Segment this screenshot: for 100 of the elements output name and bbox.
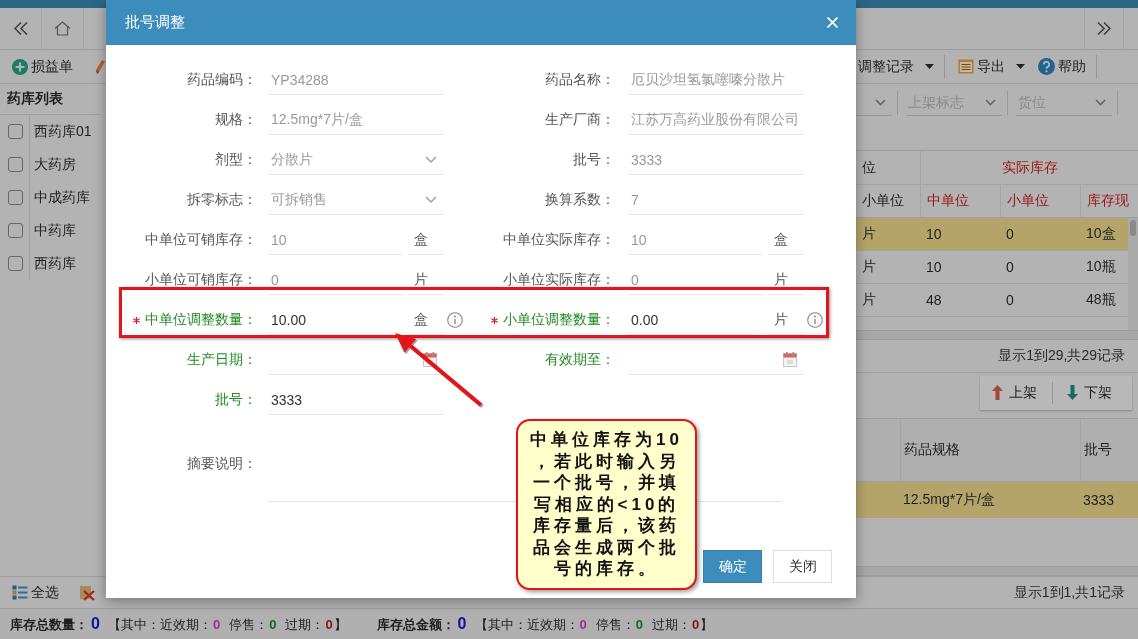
column-header[interactable]: 库存现: [1080, 185, 1138, 217]
chevron-down-icon: [425, 156, 437, 163]
field-label: 批号：: [573, 151, 615, 169]
checkbox[interactable]: [8, 124, 23, 139]
table-cell-text: 10瓶: [1085, 257, 1117, 276]
field-label: 有效期至：: [545, 351, 615, 369]
horizontal-scrollbar[interactable]: [856, 566, 1138, 576]
field-label: 剂型：: [215, 151, 257, 169]
pencil-icon: [95, 58, 105, 75]
field-label: 换算系数：: [545, 191, 615, 209]
chevron-down-icon: [425, 196, 437, 203]
records-menu-button[interactable]: 调整记录: [858, 54, 934, 79]
input-field[interactable]: 10.00: [268, 305, 393, 335]
checkbox[interactable]: [8, 223, 23, 238]
calendar-icon: [783, 352, 797, 367]
summary-label: 停售：: [595, 615, 635, 634]
summary-value: 0: [91, 614, 100, 633]
summary-value: 0: [579, 616, 587, 632]
table-cell-text: 0: [1005, 225, 1015, 244]
table-cell-text: 片: [861, 224, 877, 243]
arrow-up-icon: [992, 385, 1003, 400]
double-chevron-right-icon: [1097, 22, 1111, 35]
column-header[interactable]: 药品规格: [900, 419, 1080, 481]
arrow-down-icon: [1067, 385, 1078, 400]
summary-text: 【其中：: [474, 615, 527, 634]
help-icon: [1038, 58, 1055, 75]
input-field[interactable]: 3333: [268, 385, 444, 415]
panel-title: 药库列表: [7, 90, 63, 108]
document-icon: [958, 59, 974, 74]
checkbox[interactable]: [8, 256, 23, 271]
list-item[interactable]: 大药房: [34, 155, 76, 174]
table-cell-text: 48瓶: [1085, 290, 1117, 309]
caret-icon: [1016, 64, 1025, 69]
column-header[interactable]: 中单位: [920, 185, 1000, 217]
callout-tooltip: 中单位库存为10，若此时输入另一个批号，并填写相应的<10的库存量后，该药品会生成两个批号的库存。: [516, 419, 697, 590]
summary-value: 0: [269, 616, 277, 632]
list-item[interactable]: 西药库: [34, 254, 76, 273]
column-group-header: 位: [861, 157, 877, 177]
checkbox[interactable]: [8, 157, 23, 172]
field-label: 摘要说明：: [187, 455, 257, 473]
confirm-button[interactable]: 确定: [703, 550, 762, 583]
field-label: 中单位可销库存：: [145, 231, 257, 249]
table-cell-text: 0: [1005, 258, 1015, 277]
unit-label: 盒: [408, 225, 444, 255]
summary-value: 0: [692, 616, 700, 632]
shelf-down-button[interactable]: 下架: [1067, 380, 1112, 405]
info-icon[interactable]: [447, 312, 463, 328]
table-cell-text: 12.5mg*7片/盒: [902, 490, 996, 509]
close-icon: [826, 17, 838, 28]
field-label: 中单位调整数量：: [145, 311, 257, 329]
vertical-scrollbar[interactable]: [1128, 218, 1138, 330]
unit-label: 片: [768, 305, 804, 335]
field-label: 药品名称：: [545, 71, 615, 89]
unit-label: 片: [408, 265, 444, 295]
info-icon[interactable]: [807, 312, 823, 328]
caret-icon: [925, 64, 934, 69]
chevron-down-icon: [985, 99, 996, 106]
checkbox[interactable]: [8, 190, 23, 205]
summary-text: 【其中：: [107, 615, 160, 634]
field-label: 生产厂商：: [545, 111, 615, 129]
table-cell-text: 48: [925, 291, 943, 310]
summary-label: 过期：: [652, 615, 691, 634]
field-label: 小单位实际库存：: [503, 271, 615, 289]
field-label: 规格：: [215, 111, 257, 129]
field-label: 生产日期：: [187, 351, 257, 369]
column-header[interactable]: 批号: [1080, 419, 1138, 481]
summary-label: 近效期：: [526, 615, 579, 634]
pagination-info: 显示1到1,共1记录: [1013, 583, 1126, 602]
list-item[interactable]: 中药库: [34, 221, 76, 240]
column-header[interactable]: 小单位: [1000, 185, 1080, 217]
field-label: 拆零标志：: [187, 191, 257, 209]
scrollbar-thumb[interactable]: [1130, 220, 1136, 236]
summary-label: 近效期：: [159, 615, 212, 634]
help-menu-button[interactable]: 帮助: [1038, 54, 1086, 79]
field-label: 批号：: [215, 391, 257, 409]
list-item[interactable]: 中成药库: [34, 188, 90, 207]
table-cell-text: 10: [925, 225, 943, 244]
field-label: 小单位可销库存：: [145, 271, 257, 289]
field-label: 中单位实际库存：: [503, 231, 615, 249]
list-item[interactable]: 西药库01: [34, 122, 92, 141]
input-field[interactable]: 0.00: [628, 305, 753, 335]
export-menu-button[interactable]: 导出: [958, 54, 1025, 79]
horizontal-scrollbar[interactable]: [856, 330, 1138, 340]
table-row[interactable]: 12.5mg*7片/盒 3333: [856, 482, 1138, 518]
field-label: 小单位调整数量：: [503, 311, 615, 329]
table-cell-text: 片: [861, 257, 877, 276]
document-cross-icon: [79, 584, 95, 601]
add-button[interactable]: 损益单: [12, 54, 73, 79]
summary-label: 库存总金额：: [376, 615, 455, 634]
table-cell-text: 3333: [1082, 491, 1116, 510]
select-all-button[interactable]: 全选: [12, 580, 59, 605]
column-header[interactable]: 小单位: [856, 185, 920, 217]
summary-text: 】: [700, 615, 714, 634]
table-row[interactable]: 片 10 0 10盒: [856, 218, 1128, 251]
chevron-down-icon: [1095, 99, 1106, 106]
table-cell-text: 10: [925, 258, 943, 277]
close-button[interactable]: 关闭: [773, 550, 832, 583]
shelf-up-button[interactable]: 上架: [992, 380, 1037, 405]
column-group-header: 实际库存: [920, 151, 1138, 184]
summary-text: 】: [333, 615, 347, 634]
